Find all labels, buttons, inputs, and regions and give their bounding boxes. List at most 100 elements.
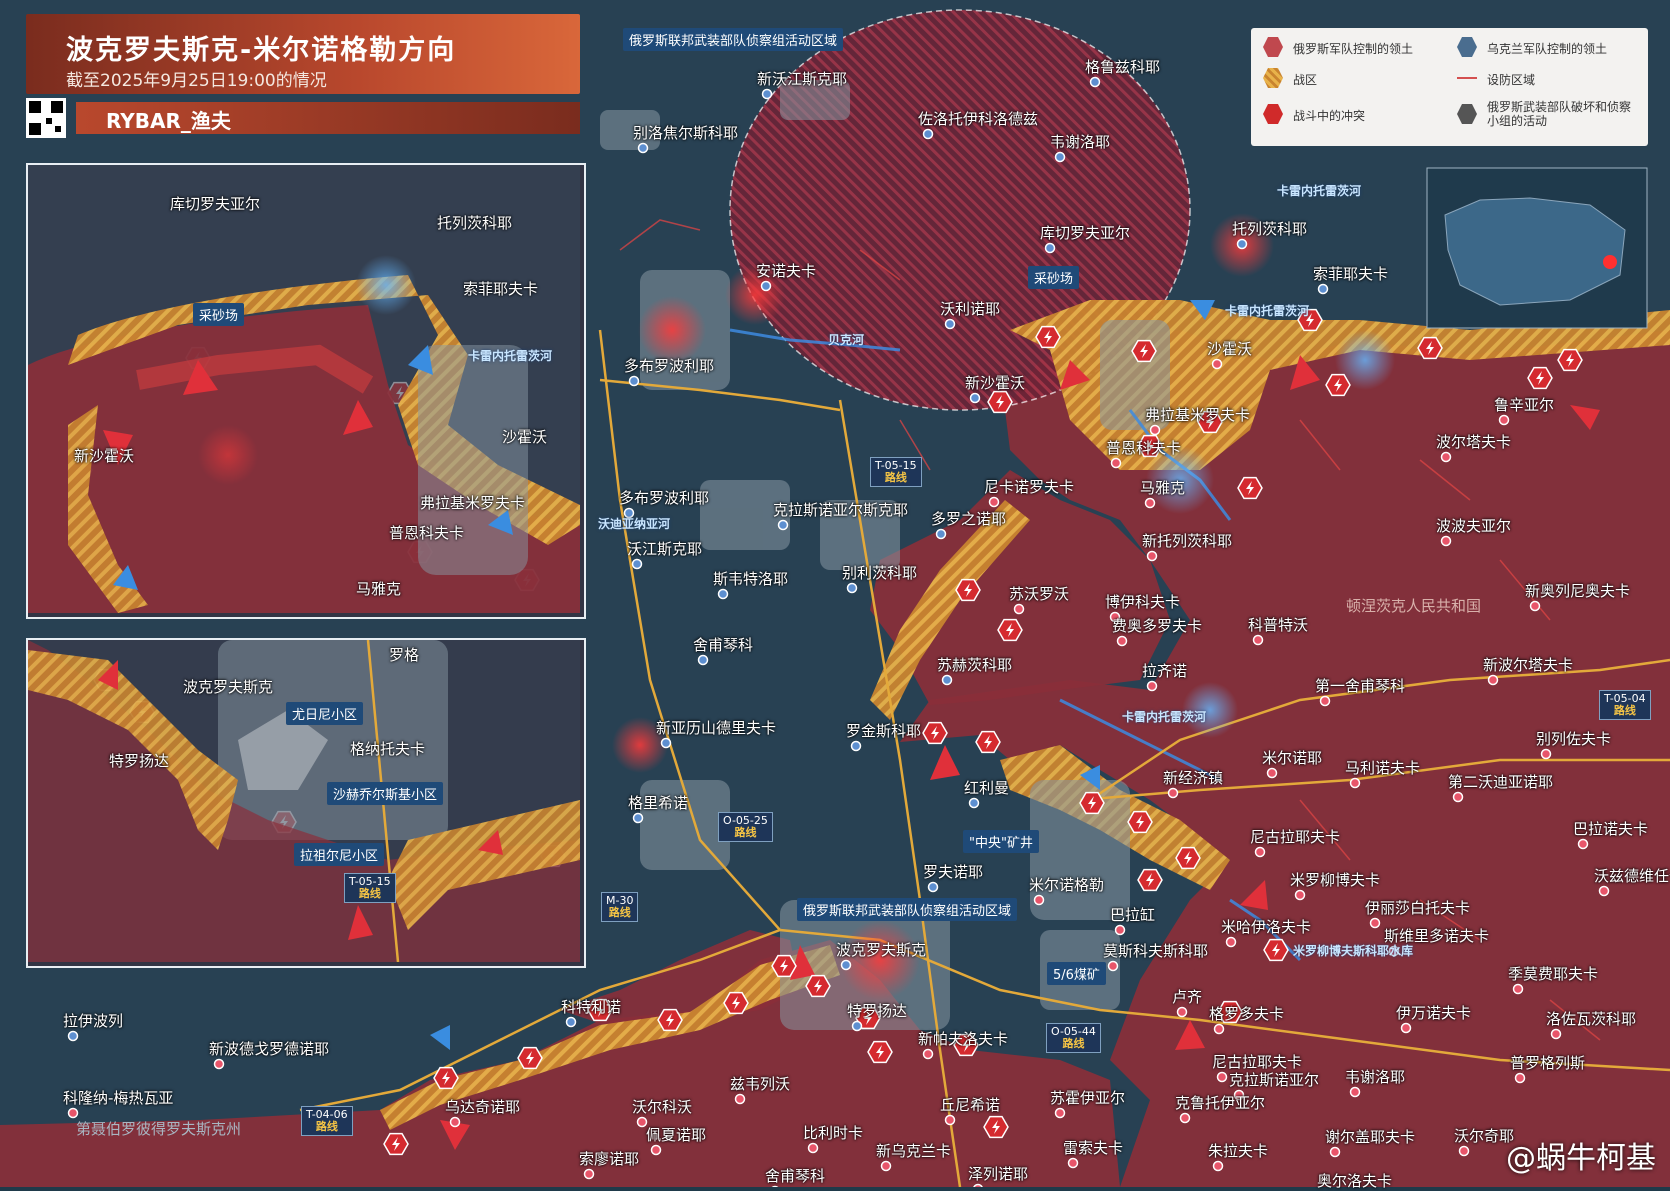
clash-icon <box>384 1134 408 1155</box>
settlement-dot <box>842 961 851 970</box>
settlement-dot <box>662 739 671 748</box>
place-label: 佩夏诺耶 <box>646 1124 706 1145</box>
settlement-dot <box>1015 605 1024 614</box>
settlement-dot <box>1178 1008 1187 1017</box>
place-label: 鲁辛亚尔 <box>1494 394 1554 415</box>
inset-place-label: 罗格 <box>389 644 419 665</box>
place-label: 格罗多夫卡 <box>1209 1003 1284 1024</box>
settlement-dot <box>634 814 643 823</box>
place-label: 多罗之诺耶 <box>931 508 1006 529</box>
place-label: 新沃江斯克耶 <box>757 68 847 89</box>
place-label: 别利茨科耶 <box>842 562 917 583</box>
place-label: 新波德戈罗德诺耶 <box>209 1038 329 1059</box>
settlement-dot <box>762 282 771 291</box>
settlement-dot <box>1268 769 1277 778</box>
place-label: 丘尼希诺 <box>940 1094 1000 1115</box>
place-label: 巴拉诺夫卡 <box>1573 818 1648 839</box>
place-label: 波尔塔夫卡 <box>1436 431 1511 452</box>
place-label: 多布罗波利耶 <box>619 487 709 508</box>
place-label: 克拉斯诺亚尔 <box>1229 1069 1319 1090</box>
place-label: 马雅克 <box>1140 477 1185 498</box>
page-subtitle: 截至2025年9月25日19:00的情况 <box>66 66 327 91</box>
place-label: 克鲁托伊亚尔 <box>1175 1092 1265 1113</box>
settlement-dot <box>1148 682 1157 691</box>
dnr-label: 顿涅茨克人民共和国 <box>1346 595 1481 616</box>
settlement-dot <box>1514 985 1523 994</box>
settlement-dot <box>1214 1162 1223 1171</box>
legend-combat-zone: 战区 <box>1293 71 1317 88</box>
place-label: 巴拉缸 <box>1110 904 1155 925</box>
qr-code-icon[interactable] <box>26 98 66 138</box>
page-title: 波克罗夫斯克-米尔诺格勒方向 <box>66 28 456 67</box>
clash-icon <box>724 993 748 1014</box>
inset-place-label: 托列茨科耶 <box>437 212 512 233</box>
recon-zone-south-label: 俄罗斯联邦武装部队侦察组活动区域 <box>797 898 1017 921</box>
quarry-inset-label: 采砂场 <box>193 303 244 326</box>
place-label: 新波尔塔夫卡 <box>1483 654 1573 675</box>
place-label: 舍甫琴科 <box>693 634 753 655</box>
clash-icon <box>923 723 947 744</box>
settlement-dot <box>1056 153 1065 162</box>
clash-icon <box>984 1117 1008 1138</box>
river-label: 卡雷内托雷茨河 <box>1122 708 1206 725</box>
settlement-dot <box>1454 793 1463 802</box>
clash-icon <box>1263 104 1283 124</box>
place-label: 泽列诺耶 <box>968 1163 1028 1184</box>
place-label: 伊万诺夫卡 <box>1396 1002 1471 1023</box>
place-label: 第二沃迪亚诺耶 <box>1448 771 1553 792</box>
place-label: 伊丽莎白托夫卡 <box>1365 897 1470 918</box>
place-label: 斯维里多诺夫卡 <box>1384 925 1489 946</box>
fortification-line-icon <box>1457 77 1477 79</box>
settlement-dot <box>1181 1114 1190 1123</box>
recon-zone-north-label: 俄罗斯联邦武装部队侦察组活动区域 <box>623 28 843 51</box>
settlement-dot <box>1056 1109 1065 1118</box>
place-label: 科隆纳-梅热瓦亚 <box>63 1087 173 1108</box>
inset-place-label: 沙霍沃 <box>502 426 547 447</box>
legend: 俄罗斯军队控制的领土 乌克兰军队控制的领土 战区 设防区域 战斗中的冲突 俄罗斯… <box>1251 28 1648 146</box>
overview-minimap <box>1427 168 1647 328</box>
shaft-label: "中央"矿井 <box>963 830 1039 853</box>
place-label: 兹韦列沃 <box>730 1073 790 1094</box>
clash-icon <box>806 976 830 997</box>
clash-icon <box>658 1010 682 1031</box>
clash-icon <box>772 956 796 977</box>
settlement-dot <box>1489 676 1498 685</box>
clash-icon <box>434 1068 458 1089</box>
district-label: 尤日尼小区 <box>286 702 363 725</box>
place-label: 博伊科夫卡 <box>1105 591 1180 612</box>
place-label: 苏霍伊亚尔 <box>1050 1087 1125 1108</box>
quarry-label: 采砂场 <box>1028 266 1079 289</box>
settlement-dot <box>1227 938 1236 947</box>
settlement-dot <box>1146 499 1155 508</box>
settlement-dot <box>1351 779 1360 788</box>
settlement-dot <box>1069 1159 1078 1168</box>
settlement-dot <box>970 799 979 808</box>
clash-icon <box>1176 848 1200 869</box>
settlement-dot <box>1516 1074 1525 1083</box>
place-label: 米尔诺耶 <box>1262 747 1322 768</box>
settlement-dot <box>763 90 772 99</box>
route-sign: T-05-15路线 <box>344 873 396 903</box>
inset-place-label: 弗拉基米罗夫卡 <box>420 492 525 513</box>
settlement-dot <box>1116 926 1125 935</box>
settlement-dot <box>1035 896 1044 905</box>
brand-name[interactable]: RYBAR_渔夫 <box>106 105 231 134</box>
place-label: 克拉斯诺亚尔斯克耶 <box>773 499 908 520</box>
settlement-dot <box>809 1144 818 1153</box>
clash-icon <box>1418 338 1442 359</box>
settlement-dot <box>853 1022 862 1031</box>
settlement-dot <box>699 656 708 665</box>
settlement-dot <box>639 144 648 153</box>
place-label: 卢齐 <box>1172 986 1202 1007</box>
place-label: 佐洛托伊科洛德兹 <box>918 108 1038 129</box>
place-label: 韦谢洛耶 <box>1345 1066 1405 1087</box>
settlement-dot <box>937 530 946 539</box>
place-label: 波波夫亚尔 <box>1436 515 1511 536</box>
clash-icon <box>988 392 1012 413</box>
place-label: 格鲁兹科耶 <box>1085 56 1160 77</box>
place-label: 谢尔盖耶夫卡 <box>1325 1126 1415 1147</box>
settlement-dot <box>882 1162 891 1171</box>
settlement-dot <box>1238 240 1247 249</box>
place-label: 特罗扬达 <box>847 1000 907 1021</box>
place-label: 舍甫琴科 <box>765 1165 825 1186</box>
